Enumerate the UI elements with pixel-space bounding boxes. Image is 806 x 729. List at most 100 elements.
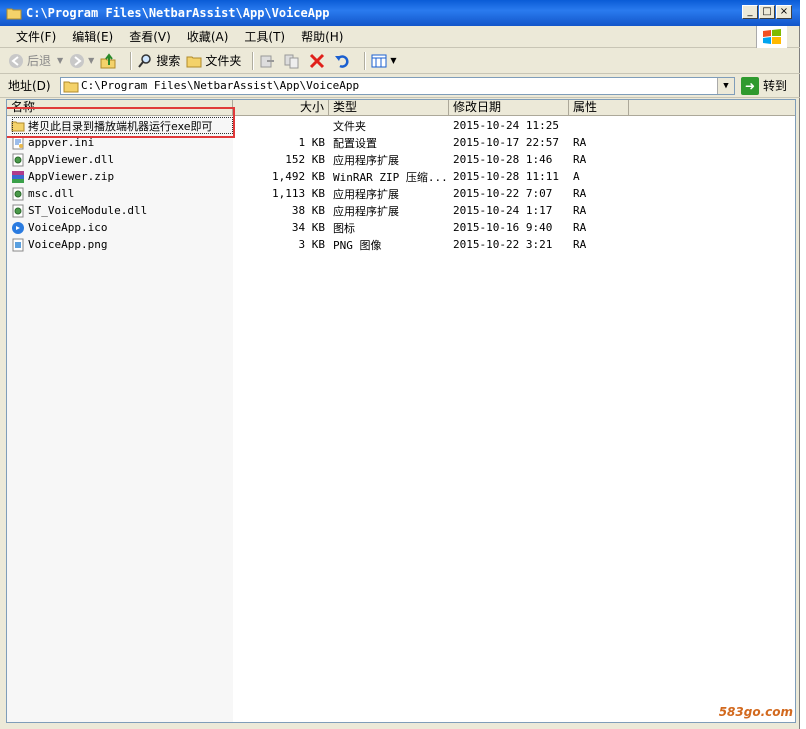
list-header: 名称 大小 类型 修改日期 属性 (7, 100, 795, 116)
column-header-date[interactable]: 修改日期 (449, 100, 569, 116)
explorer-window: C:\Program Files\NetbarAssist\App\VoiceA… (0, 0, 800, 729)
move-to-icon (260, 55, 275, 67)
search-icon (138, 53, 152, 68)
address-input[interactable]: C:\Program Files\NetbarAssist\App\VoiceA… (60, 76, 735, 95)
go-label: 转到 (763, 79, 788, 93)
column-header-name[interactable]: 名称 (7, 100, 233, 116)
views-button[interactable]: ▼ (371, 53, 397, 69)
dll-file-icon (11, 204, 25, 218)
address-path: C:\Program Files\NetbarAssist\App\VoiceA… (81, 79, 360, 92)
file-size: 1,113 KB (272, 187, 325, 200)
toolbar-separator (130, 51, 133, 70)
go-arrow-icon: ➜ (741, 76, 759, 95)
minimize-button[interactable]: _ (742, 5, 758, 19)
menu-view[interactable]: 查看(V) (121, 28, 179, 45)
file-attributes: RA (573, 204, 587, 217)
folder-icon (63, 81, 79, 92)
column-header-attributes[interactable]: 属性 (569, 100, 629, 116)
delete-button[interactable] (309, 53, 328, 69)
folders-label: 文件夹 (205, 54, 242, 68)
up-folder-icon (100, 52, 116, 68)
file-name-cell[interactable]: msc.dll (7, 187, 233, 201)
close-button[interactable]: × (776, 5, 792, 19)
watermark: 583go.com (718, 705, 793, 719)
file-type: 应用程序扩展 (333, 153, 399, 167)
title-bar[interactable]: C:\Program Files\NetbarAssist\App\VoiceA… (0, 0, 800, 26)
column-header-type[interactable]: 类型 (329, 100, 449, 116)
table-row[interactable]: AppViewer.zip 1,492 KB WinRAR ZIP 压缩... 201… (7, 168, 795, 185)
file-size: 1 KB (298, 136, 326, 149)
back-arrow-icon (9, 53, 23, 68)
chevron-down-icon: ▼ (390, 56, 397, 65)
file-date: 2015-10-22 3:21 (453, 238, 553, 251)
file-name: msc.dll (28, 187, 75, 200)
toolbar-separator (252, 51, 255, 70)
go-button[interactable]: ➜ 转到 (741, 76, 788, 95)
file-rows: 拷贝此目录到播放端机器运行exe即可 文件夹 2015-10-24 11:25 app… (7, 117, 795, 253)
table-row[interactable]: AppViewer.dll 152 KB 应用程序扩展 2015-10-28 1:46… (7, 151, 795, 168)
menu-help[interactable]: 帮助(H) (293, 28, 351, 45)
address-bar: 地址(D) C:\Program Files\NetbarAssist\App\… (0, 74, 800, 98)
dll-file-icon (11, 153, 25, 167)
copy-to-icon (284, 54, 299, 68)
file-date: 2015-10-24 11:25 (453, 119, 559, 132)
file-name-cell[interactable]: appver.ini (7, 136, 233, 150)
menu-favorites[interactable]: 收藏(A) (179, 28, 237, 45)
folder-icon (186, 56, 202, 67)
file-type: 配置设置 (333, 136, 377, 150)
search-button[interactable]: 搜索 (137, 52, 180, 69)
undo-icon (335, 54, 349, 68)
file-name: ST_VoiceModule.dll (28, 204, 148, 217)
file-type: 应用程序扩展 (333, 204, 399, 218)
file-name: appver.ini (28, 136, 95, 149)
folders-button[interactable]: 文件夹 (186, 52, 241, 69)
file-type: WinRAR ZIP 压缩... (333, 170, 448, 184)
views-grid-icon (371, 54, 387, 67)
chevron-down-icon: ▼ (57, 56, 64, 65)
windows-logo-icon (756, 26, 787, 48)
move-to-button[interactable] (259, 53, 278, 69)
chevron-down-icon: ▼ (723, 80, 729, 91)
file-date: 2015-10-22 7:07 (453, 187, 553, 200)
chevron-down-icon: ▼ (88, 56, 95, 65)
copy-to-button[interactable] (284, 53, 303, 69)
maximize-button[interactable]: □ (759, 5, 775, 19)
file-name-cell[interactable]: ST_VoiceModule.dll (7, 204, 233, 218)
table-row[interactable]: msc.dll 1,113 KB 应用程序扩展 2015-10-22 7:07 RA (7, 185, 795, 202)
table-row[interactable]: appver.ini 1 KB 配置设置 2015-10-17 22:57 RA (7, 134, 795, 151)
file-size: 1,492 KB (272, 170, 325, 183)
menu-file[interactable]: 文件(F) (8, 28, 64, 45)
forward-button[interactable]: ▼ (69, 53, 94, 69)
file-name: VoiceApp.ico (28, 221, 108, 234)
dll-file-icon (11, 187, 25, 201)
up-folder-button[interactable] (100, 52, 119, 69)
file-attributes: RA (573, 221, 587, 234)
png-file-icon (11, 238, 25, 252)
file-size: 3 KB (298, 238, 326, 251)
address-dropdown-button[interactable]: ▼ (717, 77, 734, 94)
menu-tools[interactable]: 工具(T) (236, 28, 293, 45)
file-list[interactable]: 名称 大小 类型 修改日期 属性 拷贝此目录到播放端机器运行exe即可 文件夹 20… (6, 99, 796, 723)
file-type: 图标 (333, 221, 355, 235)
file-name-cell[interactable]: VoiceApp.ico (7, 221, 233, 235)
file-date: 2015-10-17 22:57 (453, 136, 559, 149)
back-button[interactable]: 后退 ▼ (8, 52, 63, 69)
table-row[interactable]: VoiceApp.ico 34 KB 图标 2015-10-16 9:40 RA (7, 219, 795, 236)
table-row[interactable]: VoiceApp.png 3 KB PNG 图像 2015-10-22 3:21 RA (7, 236, 795, 253)
toolbar-separator (364, 51, 367, 70)
file-date: 2015-10-16 9:40 (453, 221, 553, 234)
column-header-size[interactable]: 大小 (233, 100, 329, 116)
file-attributes: RA (573, 187, 587, 200)
address-label: 地址(D) (8, 79, 51, 93)
file-name-cell[interactable]: VoiceApp.png (7, 238, 233, 252)
undo-button[interactable] (334, 53, 353, 69)
file-date: 2015-10-28 1:46 (453, 153, 553, 166)
file-attributes: RA (573, 153, 587, 166)
file-name-cell[interactable]: AppViewer.dll (7, 153, 233, 167)
file-name-cell[interactable]: AppViewer.zip (7, 170, 233, 184)
file-attributes: RA (573, 136, 587, 149)
table-row[interactable]: ST_VoiceModule.dll 38 KB 应用程序扩展 2015-10-24 … (7, 202, 795, 219)
back-label: 后退 (27, 54, 52, 68)
menu-edit[interactable]: 编辑(E) (64, 28, 121, 45)
winrar-icon (11, 170, 25, 184)
